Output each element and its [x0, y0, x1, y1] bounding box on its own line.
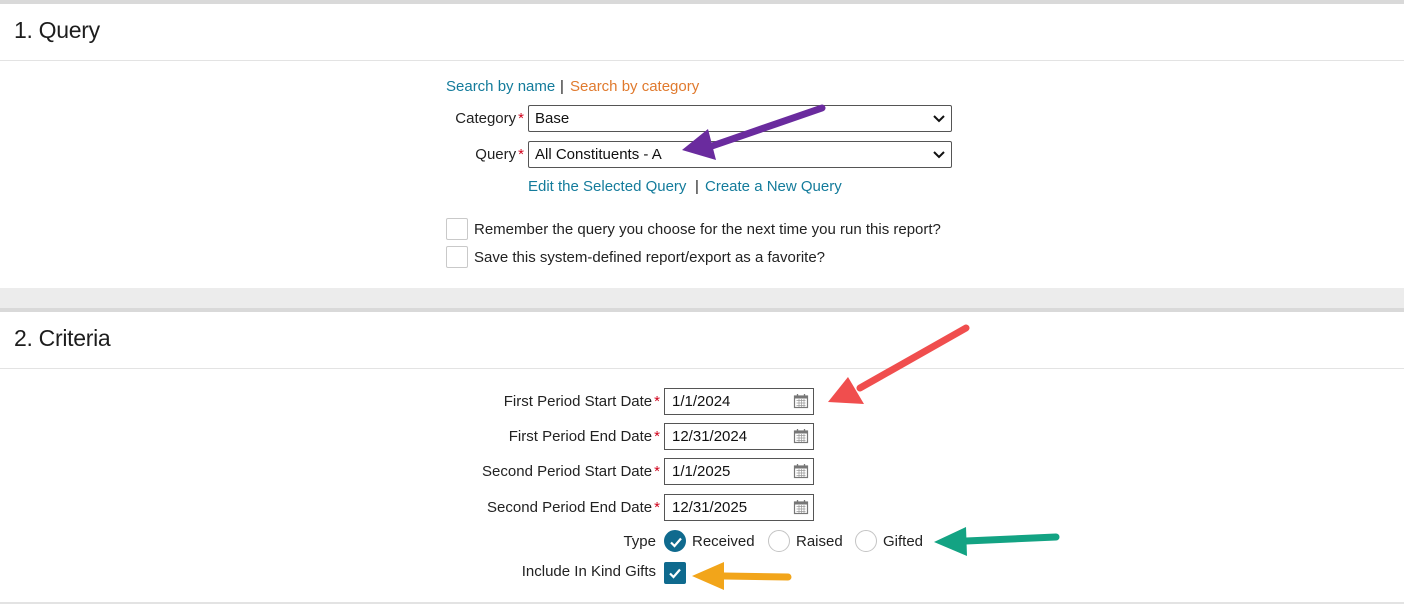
purple-arrow-icon: [682, 104, 826, 160]
green-arrow-icon: [934, 527, 1060, 556]
red-arrow-icon: [828, 324, 970, 404]
orange-arrow-icon: [692, 562, 792, 590]
annotation-arrows: [682, 104, 1060, 590]
